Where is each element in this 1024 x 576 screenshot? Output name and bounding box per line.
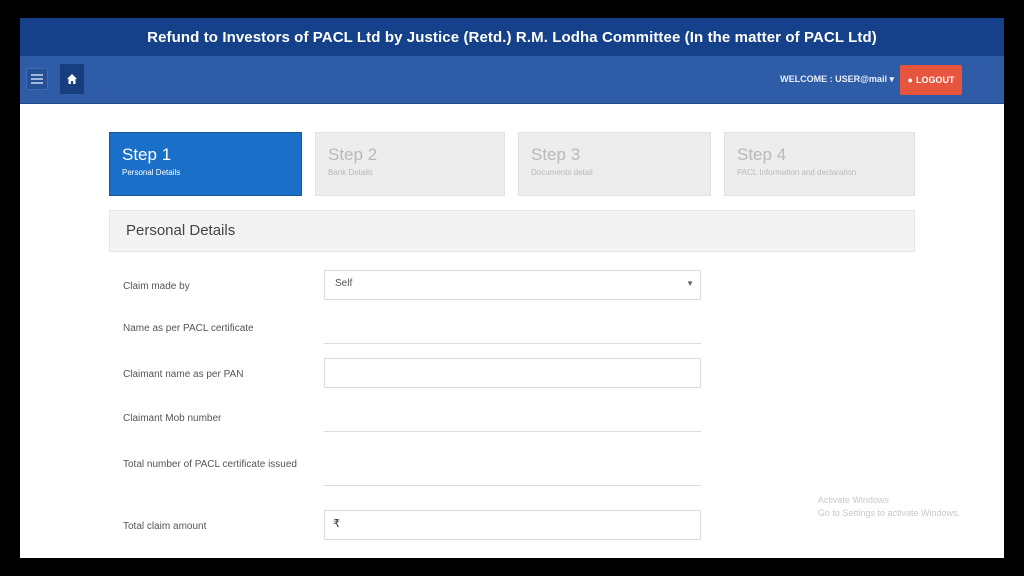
welcome-text: WELCOME : USER@mail [780, 74, 887, 84]
step-title: Step 4 [737, 145, 787, 164]
claimant-name-pan-label: Claimant name as per PAN [123, 369, 244, 380]
step-2-tab[interactable]: Step 2 Bank Details [315, 132, 505, 196]
step-subtitle: PACL Information and declaration [737, 168, 857, 177]
step-3-tab[interactable]: Step 3 Documents detail [518, 132, 711, 196]
caret-down-icon: ▼ [686, 279, 694, 288]
step-title: Step 2 [328, 145, 378, 164]
claim-made-by-value: Self [335, 278, 353, 289]
claim-made-by-select[interactable]: Self ▼ [324, 270, 701, 300]
step-subtitle: Documents detail [531, 168, 593, 177]
hamburger-icon-bar [31, 82, 43, 84]
top-navbar: WELCOME : USER@mail ▾ ● LOGOUT [20, 56, 1004, 104]
logout-button[interactable]: ● LOGOUT [900, 65, 962, 95]
claim-made-by-label: Claim made by [123, 281, 190, 292]
watermark-line-2: Go to Settings to activate Windows. [817, 508, 960, 518]
watermark-line-1: Activate Windows [817, 495, 889, 505]
power-icon: ● [907, 75, 913, 85]
rupee-icon: ₹ [333, 518, 340, 530]
windows-activation-watermark: Activate Windows Go to Settings to activ… [818, 494, 960, 520]
total-certificates-label: Total number of PACL certificate issued [123, 459, 297, 470]
hamburger-icon-bar [31, 78, 43, 80]
claimant-mobile-input[interactable] [324, 402, 701, 432]
claimant-name-pan-input[interactable] [324, 358, 701, 388]
step-title: Step 3 [531, 145, 581, 164]
welcome-user-menu[interactable]: WELCOME : USER@mail ▾ [780, 74, 894, 85]
step-title: Step 1 [122, 145, 172, 164]
app-frame: Refund to Investors of PACL Ltd by Justi… [20, 18, 1004, 558]
total-claim-amount-input[interactable]: ₹ [324, 510, 701, 540]
chevron-down-icon: ▾ [889, 74, 894, 84]
name-certificate-label: Name as per PACL certificate [123, 323, 254, 334]
banner-title: Refund to Investors of PACL Ltd by Justi… [147, 28, 877, 46]
step-1-tab[interactable]: Step 1 Personal Details [109, 132, 302, 196]
panel-title: Personal Details [126, 222, 236, 239]
home-button[interactable] [60, 64, 84, 94]
name-certificate-input[interactable] [324, 314, 701, 344]
total-certificates-input[interactable] [324, 456, 701, 486]
claimant-mobile-label: Claimant Mob number [123, 413, 222, 424]
hamburger-icon [31, 74, 43, 76]
menu-toggle-button[interactable] [26, 68, 48, 90]
logout-label: LOGOUT [915, 75, 955, 85]
step-subtitle: Personal Details [122, 168, 181, 177]
total-claim-amount-label: Total claim amount [123, 521, 207, 532]
panel-heading: Personal Details [109, 210, 915, 252]
home-icon [67, 74, 77, 84]
wizard-steps: Step 1 Personal Details Step 2 Bank Deta… [109, 132, 915, 196]
step-subtitle: Bank Details [328, 168, 373, 177]
step-4-tab[interactable]: Step 4 PACL Information and declaration [724, 132, 915, 196]
page-banner: Refund to Investors of PACL Ltd by Justi… [20, 18, 1004, 56]
